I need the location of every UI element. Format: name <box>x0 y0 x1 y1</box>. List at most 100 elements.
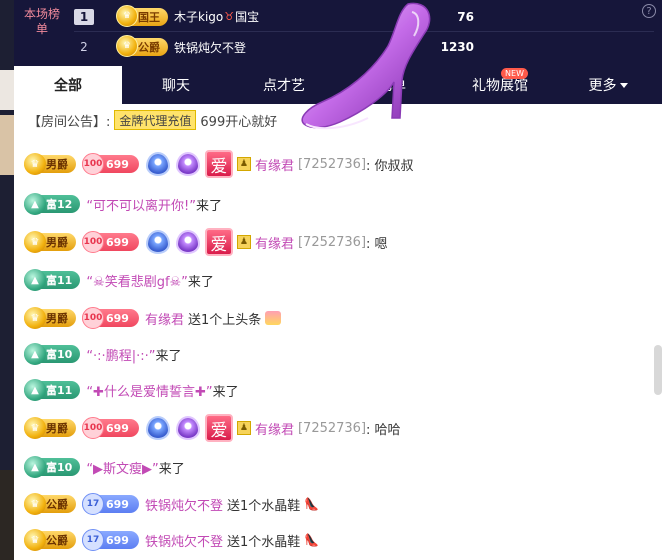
user-tag-icon: ♟ <box>236 157 251 171</box>
fans-badge: 100 699 <box>82 417 139 439</box>
noble-badge: ♛ 男爵 <box>24 231 76 253</box>
user-name[interactable]: 铁锅炖欠不登 <box>145 495 223 514</box>
title-tag-icon: ♉ <box>224 10 235 23</box>
user-name[interactable]: “☠笑看悲剧gf☠” <box>86 271 188 290</box>
message-text: 送1个水晶鞋 <box>226 534 301 550</box>
noble-badge: ♛ 公爵 <box>24 529 76 551</box>
rank-user-name[interactable]: 木子kigo <box>174 8 223 25</box>
love-icon: 爱 <box>204 228 233 256</box>
wealth-icon: ▲ <box>24 343 46 365</box>
chat-message: ▲ 富11 “✚什么是爱情誓言✚” 来了 <box>24 376 239 404</box>
user-tag-icon: ♟ <box>236 421 251 435</box>
crown-icon: ♛ <box>24 493 46 515</box>
user-id: [7252736] <box>297 420 367 436</box>
fans-badge: 17 699 <box>82 529 139 551</box>
rank-title: 本场榜单 <box>24 7 61 36</box>
purple-gem-icon <box>175 152 201 176</box>
crown-icon: ♛ <box>24 231 46 253</box>
new-badge: NEW <box>501 68 528 79</box>
blue-gem-icon <box>145 230 171 254</box>
message-text: 来了 <box>196 198 223 214</box>
noble-badge: ♛ 男爵 <box>24 153 76 175</box>
crown-icon: ♛ <box>116 35 138 57</box>
noble-badge: ♛ 男爵 <box>24 307 76 329</box>
crown-icon: ♛ <box>116 4 138 27</box>
crown-icon: ♛ <box>24 417 46 439</box>
fans-badge: 100 699 <box>82 231 139 253</box>
user-name[interactable]: 铁锅炖欠不登 <box>145 531 223 550</box>
love-icon: 爱 <box>204 414 233 442</box>
tab-gift-gallery[interactable]: 礼物展馆 NEW <box>446 66 554 104</box>
fans-badge: 17 699 <box>82 493 139 515</box>
user-name[interactable]: “✚什么是爱情誓言✚” <box>86 381 212 400</box>
chat-message: ♛ 公爵 17 699 铁锅炖欠不登 送1个水晶鞋 👠 <box>24 526 319 554</box>
chat-message: ▲ 富12 “可不可以离开你!” 来了 <box>24 190 222 218</box>
user-name[interactable]: 有缘君 <box>255 419 294 438</box>
chat-message: ♛ 男爵 100 699 爱 ♟ 有缘君 [7252736] : 嗯 <box>24 228 388 256</box>
message-text: 来了 <box>187 274 214 290</box>
caret-down-icon <box>619 82 628 88</box>
wealth-icon: ▲ <box>24 456 46 478</box>
chat-scrollbar[interactable] <box>654 345 662 395</box>
blue-gem-icon <box>145 416 171 440</box>
purple-gem-icon <box>175 416 201 440</box>
user-name[interactable]: 有缘君 <box>255 155 294 174</box>
wealth-icon: ▲ <box>24 193 46 215</box>
wealth-badge: ▲ 富11 <box>24 379 81 401</box>
fans-badge: 100 699 <box>82 307 139 329</box>
fans-badge: 100 699 <box>82 153 139 175</box>
chat-message: ▲ 富10 “▶斯文瘦▶” 来了 <box>24 453 185 481</box>
chat-message: ♛ 男爵 100 699 有缘君 送1个上头条 <box>24 304 282 332</box>
tab-all[interactable]: 全部 <box>14 66 122 104</box>
wealth-badge: ▲ 富10 <box>24 456 81 478</box>
noble-badge: ♛ 公爵 <box>116 35 168 57</box>
message-text: 来了 <box>212 384 239 400</box>
recharge-button[interactable]: 金牌代理充值 <box>114 110 197 130</box>
rank-number: 2 <box>80 40 88 54</box>
user-name[interactable]: 有缘君 <box>255 233 294 252</box>
crown-icon: ♛ <box>24 529 46 551</box>
user-id: [7252736] <box>297 156 367 172</box>
message-text: : 哈哈 <box>366 422 401 438</box>
rank-user-name[interactable]: 铁锅炖欠不登 <box>174 39 246 56</box>
user-id: [7252736] <box>297 234 367 250</box>
tab-more[interactable]: 更多 <box>554 66 662 104</box>
crown-icon: ♛ <box>24 153 46 175</box>
blue-gem-icon <box>145 152 171 176</box>
rank-title-tag: 国宝 <box>235 10 260 24</box>
rank-number: 1 <box>74 8 94 25</box>
tab-chat[interactable]: 聊天 <box>122 66 230 104</box>
message-text: 送1个水晶鞋 <box>226 498 301 514</box>
crystal-shoe-gift-icon <box>301 2 431 130</box>
chat-message: ♛ 男爵 100 699 爱 ♟ 有缘君 [7252736] : 你叔叔 <box>24 150 414 178</box>
noble-badge: ♛ 国王 <box>116 4 168 27</box>
left-video-strip <box>0 0 14 560</box>
user-name[interactable]: 有缘君 <box>145 309 184 328</box>
help-icon[interactable]: ? <box>642 4 656 18</box>
message-text: 来了 <box>155 348 182 364</box>
wealth-icon: ▲ <box>24 379 46 401</box>
chat-message: ♛ 男爵 100 699 爱 ♟ 有缘君 [7252736] : 哈哈 <box>24 414 401 442</box>
message-text: 送1个上头条 <box>187 312 262 328</box>
love-icon: 爱 <box>204 150 233 178</box>
purple-gem-icon <box>175 230 201 254</box>
headline-gift-icon <box>265 311 282 325</box>
user-name[interactable]: “▶斯文瘦▶” <box>86 458 158 477</box>
room-announcement: 【房间公告】: 金牌代理充值 699开心就好 <box>28 109 277 131</box>
chat-message: ♛ 公爵 17 699 铁锅炖欠不登 送1个水晶鞋 👠 <box>24 490 320 518</box>
announcement-label: 【房间公告】: <box>28 114 111 130</box>
chat-message: ▲ 富10 “·:·鹏程|·:·” 来了 <box>24 340 181 368</box>
message-text: : 嗯 <box>366 236 388 252</box>
user-name[interactable]: “可不可以离开你!” <box>86 195 196 214</box>
message-text: 来了 <box>158 461 185 477</box>
noble-badge: ♛ 公爵 <box>24 493 76 515</box>
user-name[interactable]: “·:·鹏程|·:·” <box>86 345 155 364</box>
noble-badge: ♛ 男爵 <box>24 417 76 439</box>
wealth-icon: ▲ <box>24 269 46 291</box>
crystal-shoe-icon: 👠 <box>304 497 320 511</box>
wealth-badge: ▲ 富11 <box>24 269 81 291</box>
wealth-badge: ▲ 富12 <box>24 193 81 215</box>
crown-icon: ♛ <box>24 307 46 329</box>
chat-message: ▲ 富11 “☠笑看悲剧gf☠” 来了 <box>24 266 214 294</box>
message-text: : 你叔叔 <box>366 158 414 174</box>
